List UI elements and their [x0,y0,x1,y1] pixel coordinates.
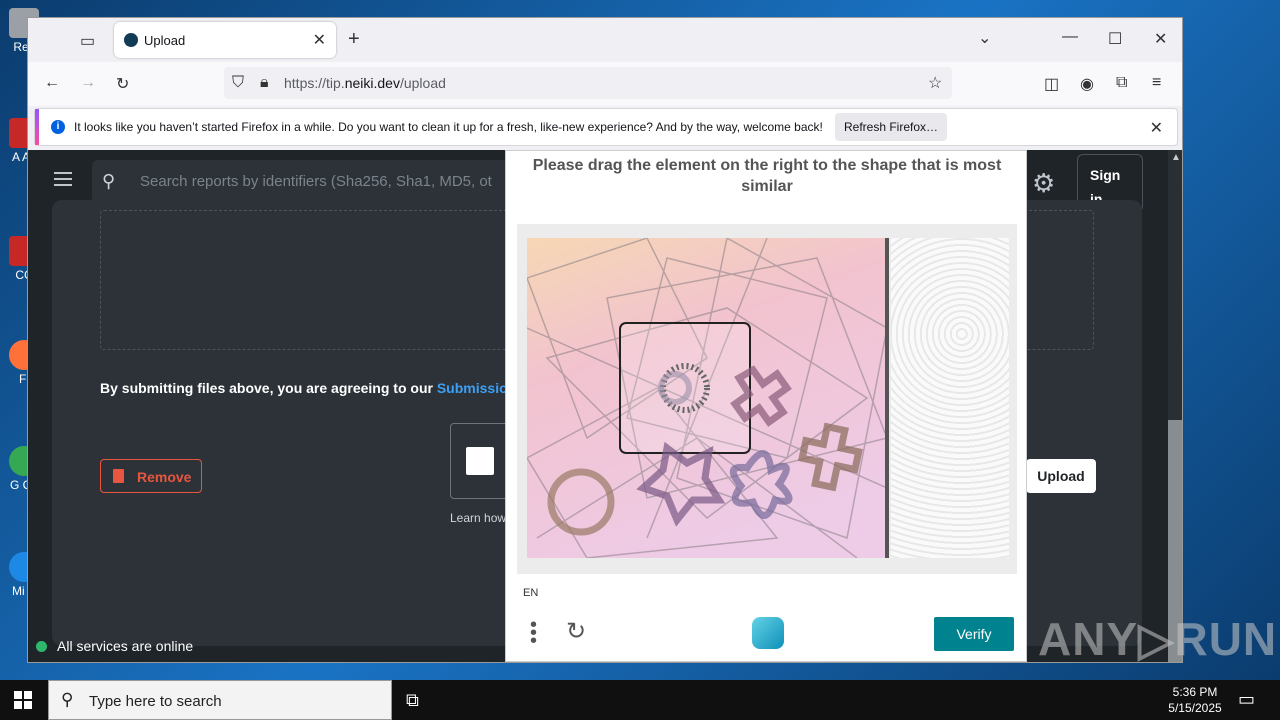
status-dot-icon [36,641,47,652]
close-window-icon[interactable]: ✕ [1154,29,1167,49]
language-selector[interactable]: EN [523,587,538,599]
captcha-dialog: Please drag the element on the right to … [505,150,1027,662]
url-text[interactable]: https://tip.neiki.dev/upload [284,75,446,91]
shield-icon[interactable]: ⛉ [232,74,244,92]
search-icon: ⚲ [61,690,74,709]
search-input[interactable]: ⚲ Search reports by identifiers (Sha256,… [92,160,512,204]
service-status: All services are online [36,638,193,654]
search-icon: ⚲ [102,171,116,191]
tab-list-icon[interactable]: ▭ [80,31,95,51]
search-placeholder: Search reports by identifiers (Sha256, S… [140,173,492,190]
trash-icon [113,469,124,483]
chevron-down-icon[interactable]: ⌄ [978,28,991,48]
bookmark-star-icon[interactable]: ☆ [928,73,942,93]
remove-button[interactable]: Remove [100,459,202,493]
hcaptcha-logo-icon [752,617,784,649]
windows-start-icon[interactable] [14,691,32,709]
pocket-icon[interactable]: ◫ [1044,74,1059,94]
taskbar-search-input[interactable]: ⚲ Type here to search [48,680,392,720]
tab-title: Upload [144,33,186,48]
system-clock[interactable]: 5:36 PM 5/15/2025 [1160,684,1230,716]
menu-icon[interactable]: ≡ [1152,74,1161,92]
captcha-frame [517,224,1017,574]
taskbar: ⚲ Type here to search ⧉ 5:36 PM 5/15/202… [0,680,1280,720]
extensions-icon[interactable]: ⧉ [1116,74,1127,92]
scroll-up-icon[interactable]: ▲ [1171,152,1181,163]
close-icon[interactable]: ✕ [1150,118,1163,138]
notification-center-icon[interactable]: ▭ [1238,689,1255,710]
refresh-icon[interactable]: ↻ [566,617,586,646]
watermark: ANY▷RUN [1038,613,1278,665]
video-tutorial-button[interactable] [450,423,510,499]
more-options-icon[interactable]: • • • [530,615,537,651]
captcha-side-panel [891,238,1009,558]
refresh-firefox-button[interactable]: Refresh Firefox… [835,113,947,141]
new-tab-icon[interactable]: + [348,28,360,51]
back-icon[interactable]: ← [44,74,60,92]
tab-strip: ▭ Upload ✕ + ⌄ — ☐ ✕ [28,18,1182,62]
reload-icon[interactable]: ↻ [116,74,129,94]
info-icon: i [51,120,65,134]
learn-how-link[interactable]: Learn how [450,511,506,525]
lock-icon[interactable]: 🔒︎ [260,74,269,92]
forward-icon[interactable]: → [80,74,96,92]
maximize-icon[interactable]: ☐ [1108,29,1122,49]
hamburger-icon[interactable] [54,172,72,186]
nav-bar: ← → ↻ ⛉ 🔒︎ https://tip.neiki.dev/upload … [28,62,1182,106]
video-icon [466,447,494,475]
minimize-icon[interactable]: — [1062,28,1078,46]
site-favicon-icon [124,33,138,47]
upload-button[interactable]: Upload [1026,459,1096,493]
notification-message: It looks like you haven’t started Firefo… [74,120,823,134]
notification-bar: i It looks like you haven’t started Fire… [34,108,1178,146]
captcha-prompt: Please drag the element on the right to … [532,157,1002,195]
task-view-icon[interactable]: ⧉ [406,690,419,711]
terms-text: By submitting files above, you are agree… [100,380,517,396]
gear-icon[interactable]: ⚙ [1032,168,1055,199]
url-bar[interactable]: ⛉ 🔒︎ https://tip.neiki.dev/upload ☆ [224,67,952,99]
account-icon[interactable]: ◉ [1080,74,1094,94]
verify-button[interactable]: Verify [934,617,1014,651]
captcha-image [527,238,887,558]
page-scrollbar[interactable]: ▲ [1168,150,1182,662]
drop-target[interactable] [619,322,751,454]
tab-upload[interactable]: Upload ✕ [114,22,336,58]
close-tab-icon[interactable]: ✕ [313,30,326,50]
